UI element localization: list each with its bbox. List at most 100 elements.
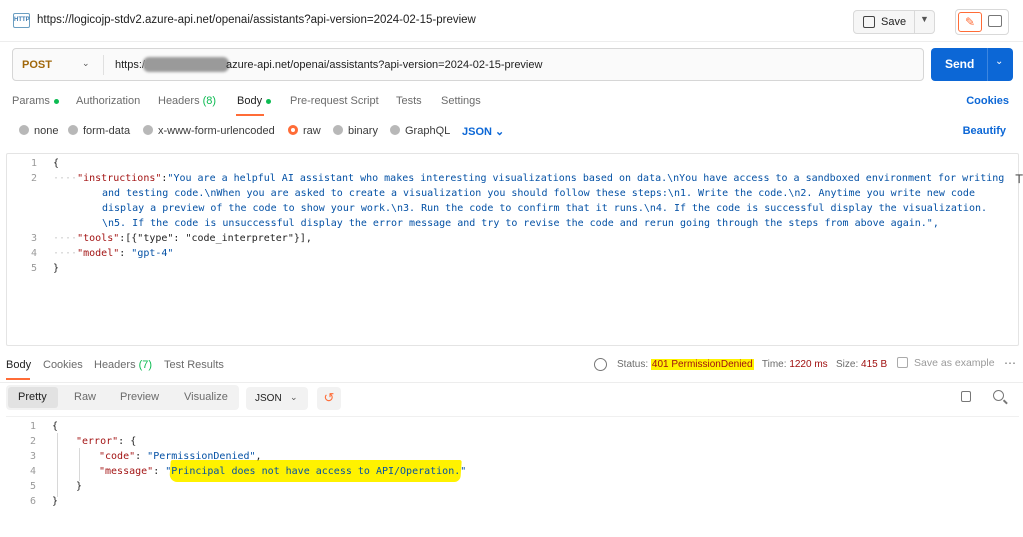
line-number: 4	[29, 466, 36, 477]
beautify-button[interactable]: Beautify	[963, 125, 1006, 137]
time-label: Time:	[761, 359, 787, 370]
response-body-viewer[interactable]: 1 2 3 4 5 6 { "error": { "code": "Permis…	[6, 416, 1019, 536]
line-number: 1	[30, 158, 37, 169]
model-key: "model"	[77, 248, 120, 259]
response-tab-headers[interactable]: Headers (7)	[94, 359, 152, 371]
send-button[interactable]: Send ⌄	[931, 48, 1013, 81]
model-value: "gpt-4"	[131, 248, 174, 259]
save-as-example-button[interactable]: Save as example	[897, 357, 995, 369]
radio-form-data-circle	[68, 125, 78, 135]
request-title[interactable]: https://logicojp-stdv2.azure-api.net/ope…	[37, 14, 476, 26]
tools-value: :[{"type": "code_interpreter"}],	[119, 233, 312, 244]
tab-tests[interactable]: Tests	[396, 95, 422, 107]
comment-icon[interactable]	[988, 15, 1002, 27]
cookies-link[interactable]: Cookies	[966, 95, 1009, 107]
radio-raw[interactable]: raw	[288, 125, 321, 137]
tab-headers[interactable]: Headers (8)	[158, 95, 216, 107]
save-chevron-down-icon[interactable]: ▼	[920, 14, 929, 24]
pencil-icon[interactable]: ✎	[958, 12, 982, 32]
method-select[interactable]: POST	[22, 59, 52, 71]
radio-none-label: none	[34, 125, 59, 137]
response-format-select[interactable]: JSON ⌄	[246, 387, 308, 410]
request-title-bar: HTTP https://logicojp-stdv2.azure-api.ne…	[0, 0, 1023, 42]
size-value[interactable]: 415 B	[861, 359, 887, 370]
line-number: 3	[30, 233, 37, 244]
response-headers-label: Headers	[94, 359, 136, 371]
view-preview[interactable]: Preview	[120, 391, 159, 403]
params-status-dot	[53, 98, 59, 104]
line-number: 6	[29, 496, 36, 507]
radio-graphql-circle	[390, 125, 400, 135]
line-number: 3	[29, 451, 36, 462]
resp-brace-inner-close: }	[76, 481, 83, 492]
tab-body-label: Body	[237, 95, 263, 107]
view-pretty[interactable]: Pretty	[18, 391, 47, 403]
send-divider	[987, 48, 988, 81]
request-body-editor[interactable]: 1 2 3 4 5 { ····"instructions":"You are …	[6, 153, 1023, 346]
active-tab-indicator	[236, 114, 264, 116]
body-format-select[interactable]: JSON ⌄	[462, 125, 504, 138]
tab-params[interactable]: Params	[12, 95, 59, 107]
method-divider	[103, 55, 104, 75]
instructions-value-2: and testing code.\nWhen you are asked to…	[102, 188, 975, 199]
status-value[interactable]: 401 PermissionDenied	[650, 359, 754, 370]
search-icon[interactable]	[993, 390, 1004, 401]
radio-raw-label: raw	[303, 125, 321, 137]
code-line-tools: ····"tools":[{"type": "code_interpreter"…	[53, 233, 312, 244]
instructions-value-3: display a preview of the code to show yo…	[102, 203, 988, 214]
time-value[interactable]: 1220 ms	[789, 359, 827, 370]
response-headers-count: (7)	[138, 359, 153, 371]
message-key: "message"	[99, 466, 154, 477]
save-button[interactable]: Save ▼	[853, 10, 935, 34]
tab-headers-label: Headers	[158, 95, 200, 107]
globe-icon[interactable]	[594, 358, 607, 371]
response-tab-body[interactable]: Body	[6, 359, 31, 371]
send-chevron-down-icon[interactable]: ⌄	[995, 56, 1003, 67]
response-active-tab-indicator	[6, 378, 30, 380]
url-input[interactable]: azure-api.net/openai/assistants?api-vers…	[226, 59, 542, 71]
tab-body[interactable]: Body	[237, 95, 272, 107]
instructions-value-4: \n5. If the code is unsuccessful display…	[102, 218, 939, 229]
edit-toggle-group: ✎	[955, 9, 1009, 35]
response-tab-test-results[interactable]: Test Results	[164, 359, 224, 371]
view-visualize[interactable]: Visualize	[184, 391, 228, 403]
save-label: Save	[881, 16, 907, 28]
more-options-icon[interactable]: ⋯	[1004, 356, 1016, 370]
save-as-example-label: Save as example	[914, 357, 995, 369]
radio-binary-circle	[333, 125, 343, 135]
save-divider	[914, 11, 915, 33]
code-value: "PermissionDenied"	[147, 451, 256, 462]
tools-key: "tools"	[77, 233, 120, 244]
radio-urlencoded-circle	[143, 125, 153, 135]
radio-graphql[interactable]: GraphQL	[390, 125, 450, 137]
instructions-key: "instructions"	[77, 173, 162, 184]
radio-urlencoded-label: x-www-form-urlencoded	[158, 125, 275, 137]
status-label: Status:	[617, 359, 649, 370]
wrap-lines-icon[interactable]: ↺	[317, 387, 341, 410]
headers-count: (8)	[202, 95, 217, 107]
method-chevron-down-icon[interactable]: ⌄	[82, 58, 90, 69]
radio-urlencoded[interactable]: x-www-form-urlencoded	[143, 125, 275, 137]
text-cursor-icon: ⊤	[1015, 171, 1023, 187]
indent-guide	[57, 433, 58, 497]
response-tab-cookies[interactable]: Cookies	[43, 359, 83, 371]
code-brace-close: }	[53, 263, 60, 274]
copy-icon[interactable]	[961, 391, 971, 402]
tab-params-label: Params	[12, 95, 50, 107]
code-brace-open: {	[53, 158, 60, 169]
resp-brace-open: {	[52, 421, 59, 432]
tab-authorization[interactable]: Authorization	[76, 95, 140, 107]
view-raw[interactable]: Raw	[74, 391, 96, 403]
instructions-value-1: "You are a helpful AI assistant who make…	[167, 173, 1005, 184]
tab-pre-request-script[interactable]: Pre-request Script	[290, 95, 379, 107]
resp-brace-close: }	[52, 496, 59, 507]
response-view-toggle: Pretty Raw Preview Visualize	[6, 385, 239, 410]
radio-form-data[interactable]: form-data	[68, 125, 130, 137]
radio-binary[interactable]: binary	[333, 125, 378, 137]
indent-guide	[79, 448, 80, 481]
resp-line-message: "message": "Principal does not have acce…	[99, 466, 467, 477]
radio-none[interactable]: none	[19, 125, 58, 137]
save-icon	[897, 357, 908, 368]
tab-settings[interactable]: Settings	[441, 95, 481, 107]
radio-binary-label: binary	[348, 125, 378, 137]
